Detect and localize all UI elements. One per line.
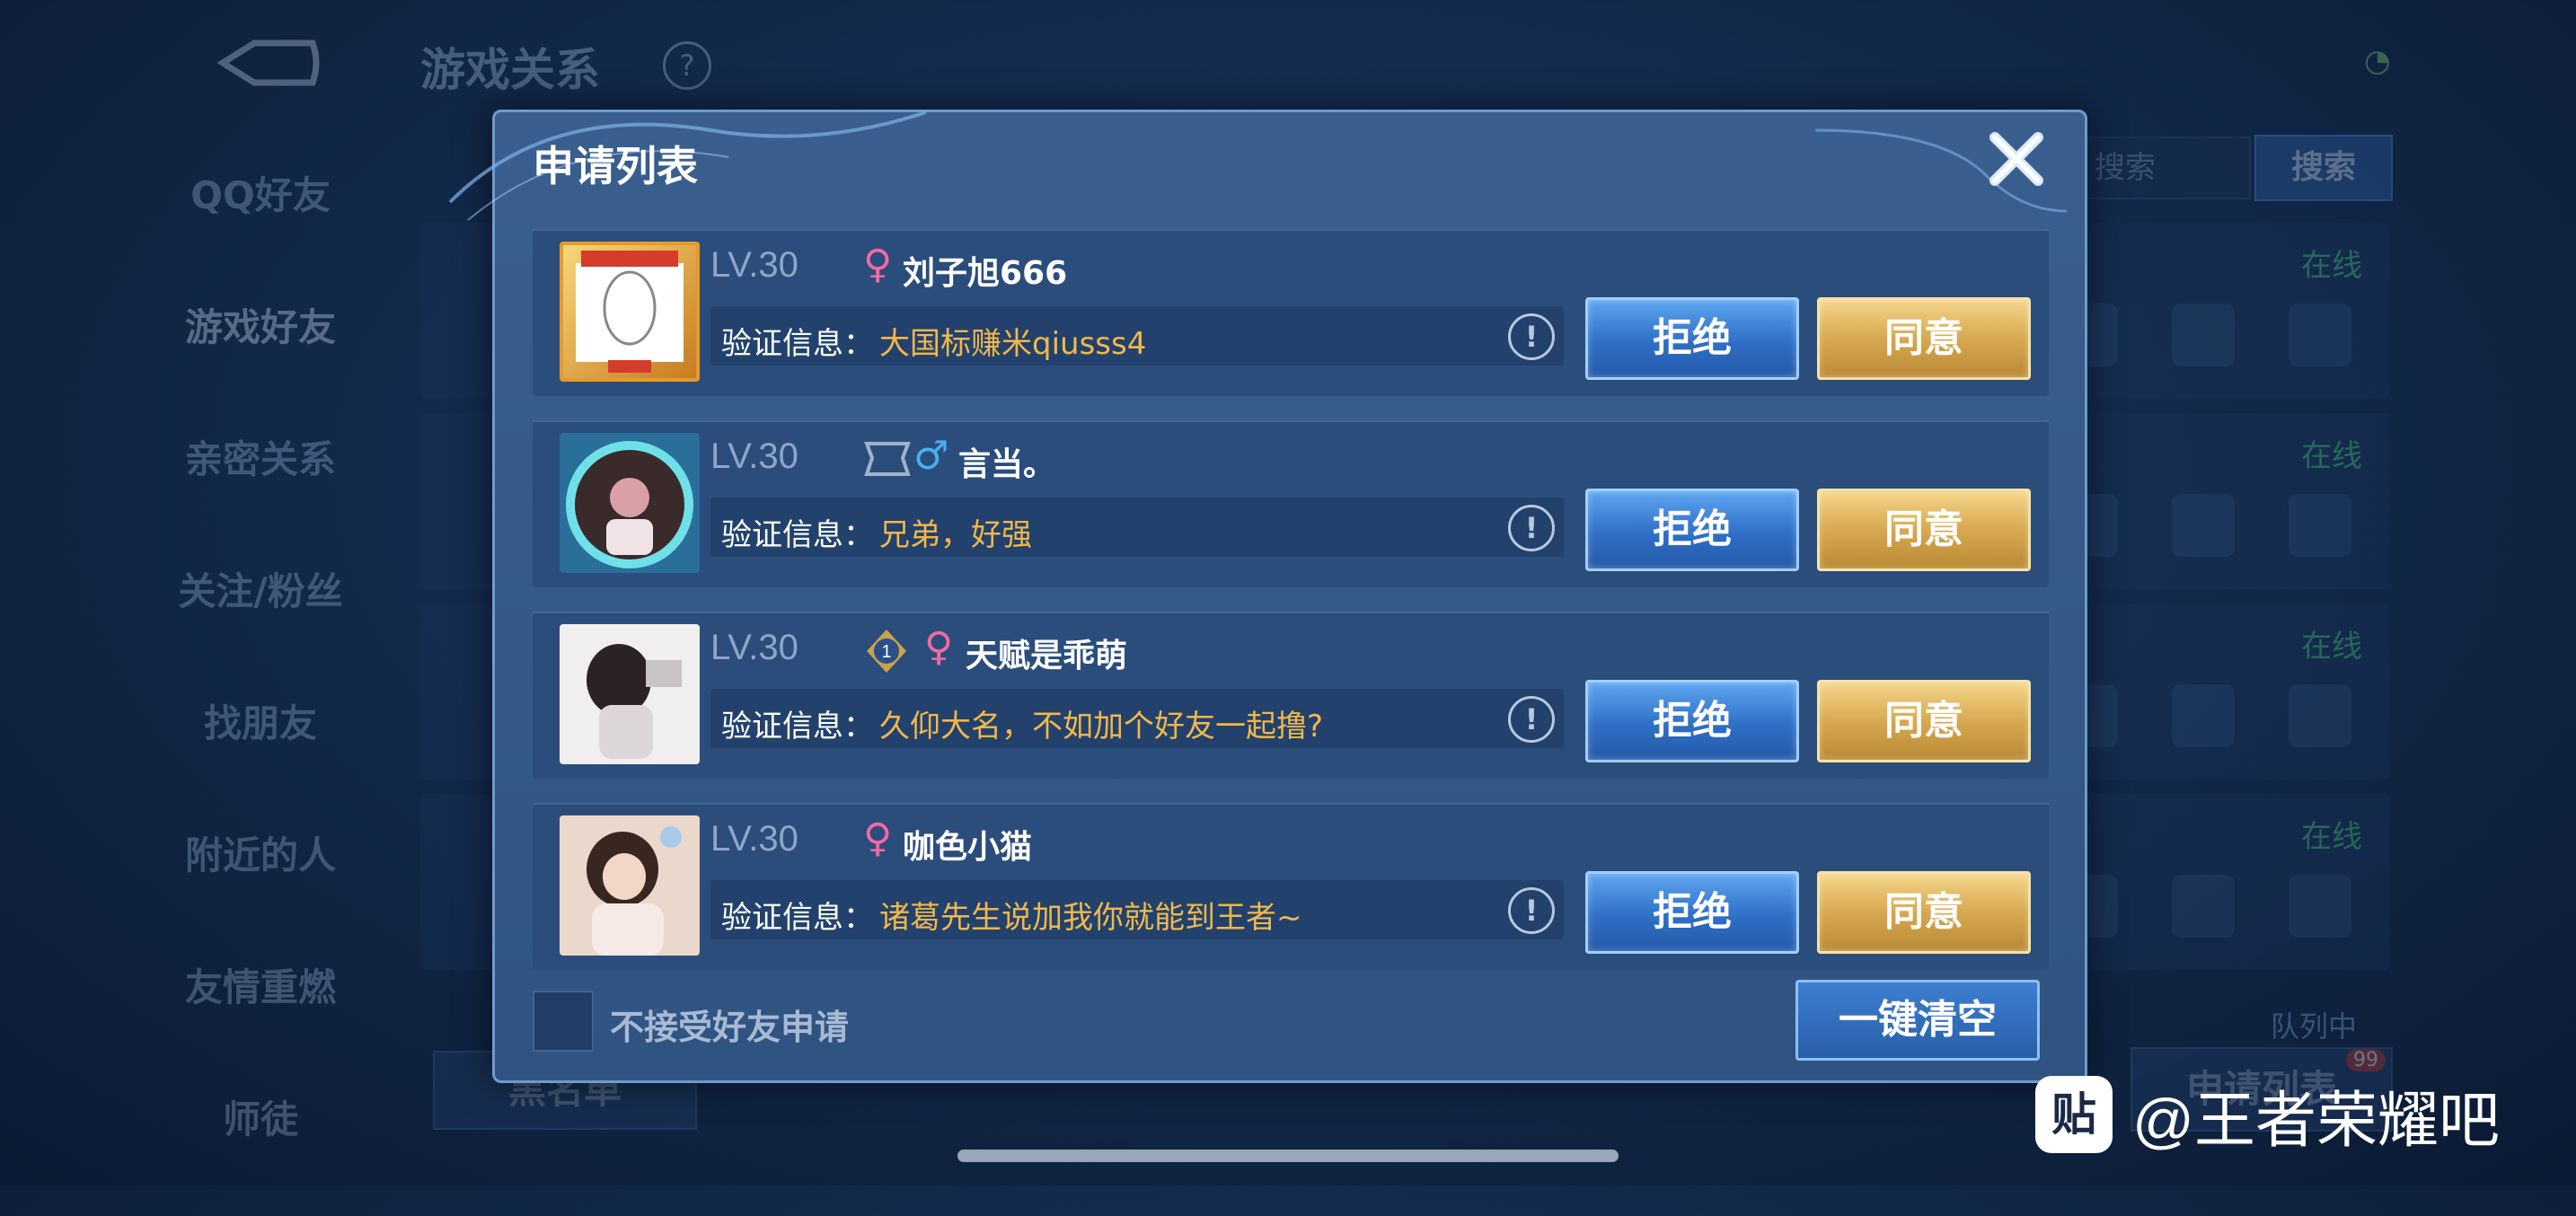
verify-info-box: 验证信息： 诸葛先生说加我你就能到王者~ !	[710, 880, 1564, 939]
search-button[interactable]: 搜索	[2254, 135, 2393, 201]
level-label: LV.30	[710, 245, 798, 285]
reject-all-label: 不接受好友申请	[610, 1008, 850, 1047]
level-label: LV.30	[710, 819, 798, 859]
sidebar-item-find-friends[interactable]: 找朋友	[99, 688, 422, 820]
verify-label: 验证信息：	[721, 900, 874, 936]
rank-banner-icon	[864, 442, 911, 476]
request-item: LV.30 ♀ 咖色小猫 验证信息： 诸葛先生说加我你就能到王者~ ! 拒绝 同…	[533, 803, 2049, 970]
player-name: 天赋是乖萌	[966, 638, 1128, 674]
avatar[interactable]	[560, 624, 700, 764]
online-status: 在线	[2301, 629, 2362, 665]
verify-info-box: 验证信息： 兄弟，好强 !	[710, 498, 1564, 557]
sidebar-item-qq-friends[interactable]: QQ好友	[99, 160, 422, 292]
reject-button[interactable]: 拒绝	[1585, 871, 1799, 954]
female-gender-icon: ♀	[924, 624, 954, 670]
player-name: 刘子旭666	[903, 255, 1068, 292]
wifi-icon: ◔	[2364, 43, 2391, 79]
apply-list-dialog: 申请列表 LV.30 ♀ 刘子旭666 验证信息： 大国标赚米qiusss4 !	[448, 110, 2087, 1083]
queue-status: 队列中	[2271, 1009, 2358, 1044]
verify-info-box: 验证信息： 久仰大名，不如加个好友一起撸? !	[710, 689, 1564, 748]
verify-message: 大国标赚米qiusss4	[879, 326, 1147, 362]
tieba-logo-icon: 贴	[2035, 1076, 2113, 1153]
help-icon[interactable]: ?	[663, 41, 711, 90]
report-icon[interactable]: !	[1508, 887, 1555, 934]
tieba-logo-glyph: 贴	[2051, 1088, 2096, 1141]
reject-button[interactable]: 拒绝	[1585, 680, 1799, 762]
sidebar-item-nearby[interactable]: 附近的人	[99, 820, 422, 952]
heart-icon[interactable]	[2172, 684, 2235, 747]
level-label: LV.30	[710, 628, 798, 667]
coin-icon[interactable]	[2289, 875, 2351, 938]
report-icon[interactable]: !	[1508, 505, 1555, 551]
avatar[interactable]	[560, 242, 700, 382]
agree-button[interactable]: 同意	[1817, 680, 2031, 762]
player-name: 言当。	[958, 446, 1056, 483]
request-item: LV.30 1 ♀ 天赋是乖萌 验证信息： 久仰大名，不如加个好友一起撸? ! …	[533, 612, 2049, 779]
avatar[interactable]	[560, 433, 700, 573]
agree-button[interactable]: 同意	[1817, 297, 2031, 380]
frame-avatar-image-icon	[566, 441, 693, 568]
page-title: 游戏关系	[420, 44, 600, 96]
heart-icon[interactable]	[2172, 875, 2235, 938]
home-indicator[interactable]	[957, 1150, 1619, 1162]
male-gender-icon: ♂	[913, 433, 949, 479]
verify-label: 验证信息：	[721, 709, 874, 745]
back-arrow-icon[interactable]	[205, 36, 322, 90]
player-name: 咖色小猫	[903, 829, 1033, 866]
dialog-title: 申请列表	[533, 142, 698, 190]
watermark: 贴 @王者荣耀吧	[2035, 1074, 2500, 1155]
agree-button[interactable]: 同意	[1817, 489, 2031, 571]
rank-medal-icon: 1	[867, 630, 906, 673]
verify-message: 久仰大名，不如加个好友一起撸?	[879, 709, 1324, 745]
reject-all-checkbox[interactable]	[533, 991, 594, 1052]
online-status: 在线	[2301, 819, 2362, 855]
sidebar-item-game-friends[interactable]: 游戏好友	[99, 292, 422, 424]
coin-icon[interactable]	[2289, 304, 2351, 366]
female-gender-icon: ♀	[863, 815, 893, 861]
rank-number: 1	[881, 642, 891, 662]
level-label: LV.30	[710, 436, 798, 476]
heart-icon[interactable]	[2172, 494, 2235, 557]
avatar[interactable]	[560, 815, 700, 956]
girl2-avatar-image-icon	[587, 826, 682, 956]
verify-message: 诸葛先生说加我你就能到王者~	[879, 900, 1302, 936]
sidebar-item-follow-fans[interactable]: 关注/粉丝	[99, 556, 422, 688]
close-icon[interactable]	[1986, 128, 2047, 189]
kpl-avatar-image-icon	[576, 251, 684, 373]
agree-button[interactable]: 同意	[1817, 871, 2031, 954]
verify-message: 兄弟，好强	[879, 517, 1032, 553]
report-icon[interactable]: !	[1508, 313, 1555, 360]
heart-icon[interactable]	[2172, 304, 2235, 366]
search-input[interactable]: 搜索	[2082, 137, 2251, 199]
request-list: LV.30 ♀ 刘子旭666 验证信息： 大国标赚米qiusss4 ! 拒绝 同…	[533, 229, 2049, 994]
watermark-text: @王者荣耀吧	[2132, 1086, 2501, 1155]
sidebar-item-intimate[interactable]: 亲密关系	[99, 424, 422, 556]
reject-button[interactable]: 拒绝	[1585, 297, 1799, 380]
request-item: LV.30 ♀ 刘子旭666 验证信息： 大国标赚米qiusss4 ! 拒绝 同…	[533, 229, 2049, 396]
sidebar-item-rekindle[interactable]: 友情重燃	[99, 952, 422, 1084]
reject-button[interactable]: 拒绝	[1585, 489, 1799, 571]
online-status: 在线	[2301, 248, 2362, 284]
verify-label: 验证信息：	[721, 326, 874, 362]
verify-info-box: 验证信息： 大国标赚米qiusss4 !	[710, 306, 1564, 366]
online-status: 在线	[2301, 438, 2362, 474]
girl-avatar-image-icon	[587, 644, 682, 759]
request-item: LV.30 ♂ 言当。 验证信息： 兄弟，好强 ! 拒绝 同意	[533, 420, 2049, 587]
coin-icon[interactable]	[2289, 494, 2351, 557]
report-icon[interactable]: !	[1508, 696, 1555, 743]
female-gender-icon: ♀	[863, 242, 893, 287]
clear-all-button[interactable]: 一键清空	[1795, 980, 2040, 1061]
apply-count-badge: 99	[2346, 1049, 2386, 1071]
sidebar: QQ好友 游戏好友 亲密关系 关注/粉丝 找朋友 附近的人 友情重燃 师徒	[99, 160, 422, 1216]
verify-label: 验证信息：	[721, 517, 874, 553]
sidebar-item-mentor[interactable]: 师徒	[99, 1084, 422, 1216]
coin-icon[interactable]	[2289, 684, 2351, 747]
